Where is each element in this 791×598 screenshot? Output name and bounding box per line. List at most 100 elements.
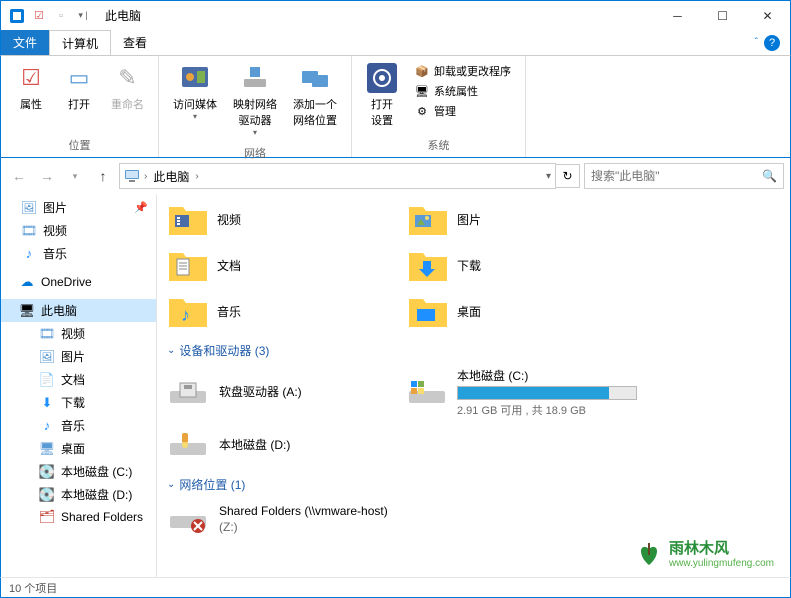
uninstall-programs-button[interactable]: 📦 卸载或更改程序	[412, 62, 513, 80]
folder-label: 图片	[457, 211, 481, 228]
folder-label: 文档	[217, 257, 241, 274]
folder-desktop[interactable]: 桌面	[401, 288, 641, 334]
properties-icon: ☑	[15, 62, 47, 94]
open-icon: ▭	[63, 62, 95, 94]
address-dropdown-icon[interactable]: ▾	[546, 171, 551, 182]
search-box[interactable]: 🔍	[584, 163, 784, 189]
drive-d[interactable]: 本地磁盘 (D:)	[161, 422, 401, 468]
rename-icon: ✎	[112, 62, 144, 94]
manage-button[interactable]: ⚙ 管理	[412, 102, 513, 120]
sysprops-label: 系统属性	[434, 83, 478, 99]
folder-downloads[interactable]: 下载	[401, 242, 641, 288]
nav-pc-diskc[interactable]: 💽本地磁盘 (C:)	[1, 460, 156, 483]
nav-back-button[interactable]: ←	[7, 164, 31, 188]
breadcrumb-thispc[interactable]: 此电脑	[151, 168, 191, 185]
quick-access-icon[interactable]	[9, 8, 25, 24]
nav-music[interactable]: ♪音乐	[1, 242, 156, 265]
nav-videos[interactable]: 🎞视频	[1, 219, 156, 242]
quick-dropdown[interactable]: ▾ |	[75, 8, 91, 24]
titlebar: ☑ ▫ ▾ | 此电脑 ─ ☐ ✕	[0, 0, 791, 30]
explorer-body: 🖼图片📌 🎞视频 ♪音乐 ☁OneDrive 🖥此电脑 🎞视频 🖼图片 📄文档 …	[0, 194, 791, 577]
tab-file[interactable]: 文件	[1, 30, 49, 55]
map-drive-label: 映射网络 驱动器	[233, 96, 277, 128]
navigation-pane[interactable]: 🖼图片📌 🎞视频 ♪音乐 ☁OneDrive 🖥此电脑 🎞视频 🖼图片 📄文档 …	[1, 194, 157, 577]
section-network[interactable]: ⌄ 网络位置 (1)	[161, 468, 790, 497]
rename-label: 重命名	[111, 96, 144, 112]
content-pane[interactable]: 视频 图片 文档 下载 ♪ 音乐 桌面	[157, 194, 790, 577]
manage-icon: ⚙	[414, 103, 430, 119]
svg-text:♪: ♪	[181, 305, 190, 325]
ribbon-group-network: 访问媒体 ▾ 映射网络 驱动器 ▾ 添加一个 网络位置 网络	[159, 56, 352, 157]
access-media-button[interactable]: 访问媒体 ▾	[167, 60, 223, 123]
folder-label: 音乐	[217, 303, 241, 320]
chevron-down-icon: ⌄	[167, 479, 175, 490]
nav-pc-pictures[interactable]: 🖼图片	[1, 345, 156, 368]
nav-forward-button[interactable]: →	[35, 164, 59, 188]
open-settings-button[interactable]: 打开 设置	[360, 60, 404, 130]
open-button[interactable]: ▭ 打开	[57, 60, 101, 114]
section-devices[interactable]: ⌄ 设备和驱动器 (3)	[161, 334, 790, 363]
folder-documents[interactable]: 文档	[161, 242, 401, 288]
nav-pc-shared[interactable]: 🗂Shared Folders	[1, 506, 156, 528]
sysprops-icon: 🖥	[414, 83, 430, 99]
close-button[interactable]: ✕	[745, 1, 790, 31]
refresh-button[interactable]: ↻	[556, 164, 580, 188]
drive-label: 本地磁盘 (D:)	[219, 436, 395, 453]
settings-icon	[366, 62, 398, 94]
system-properties-button[interactable]: 🖥 系统属性	[412, 82, 513, 100]
minimize-button[interactable]: ─	[655, 1, 700, 31]
breadcrumb-sep: ›	[195, 171, 198, 182]
nav-pc-documents[interactable]: 📄文档	[1, 368, 156, 391]
rename-button[interactable]: ✎ 重命名	[105, 60, 150, 114]
tab-view[interactable]: 查看	[111, 30, 159, 55]
add-network-location-button[interactable]: 添加一个 网络位置	[287, 60, 343, 130]
nav-pc-videos[interactable]: 🎞视频	[1, 322, 156, 345]
music-icon: ♪	[21, 246, 37, 262]
quick-doc-icon[interactable]: ▫	[53, 8, 69, 24]
nav-thispc[interactable]: 🖥此电脑	[1, 299, 156, 322]
watermark-logo-icon	[635, 539, 663, 567]
ribbon-collapse-icon[interactable]: ˆ	[755, 37, 758, 48]
media-icon	[179, 62, 211, 94]
nav-pc-desktop[interactable]: 🖥桌面	[1, 437, 156, 460]
folder-music[interactable]: ♪ 音乐	[161, 288, 401, 334]
ribbon-group-network-label: 网络	[159, 143, 351, 165]
open-label: 打开	[68, 96, 90, 112]
quick-properties-icon[interactable]: ☑	[31, 8, 47, 24]
desktop-icon: 🖥	[39, 441, 55, 457]
folder-videos[interactable]: 视频	[161, 196, 401, 242]
maximize-button[interactable]: ☐	[700, 1, 745, 31]
map-drive-button[interactable]: 映射网络 驱动器 ▾	[227, 60, 283, 139]
ribbon-group-system-label: 系统	[352, 135, 525, 157]
folder-label: 视频	[217, 211, 241, 228]
properties-button[interactable]: ☑ 属性	[9, 60, 53, 114]
folder-icon	[407, 200, 449, 238]
disk-icon: 💽	[39, 464, 55, 480]
drive-c[interactable]: 本地磁盘 (C:) 2.91 GB 可用 , 共 18.9 GB	[401, 363, 641, 422]
tab-computer[interactable]: 计算机	[49, 30, 111, 55]
nav-history-dropdown[interactable]: ▾	[63, 164, 87, 188]
pictures-icon: 🖼	[39, 349, 55, 365]
drive-floppy[interactable]: 软盘驱动器 (A:)	[161, 363, 401, 422]
nav-pc-downloads[interactable]: ⬇下载	[1, 391, 156, 414]
nav-pc-diskd[interactable]: 💽本地磁盘 (D:)	[1, 483, 156, 506]
downloads-icon: ⬇	[39, 395, 55, 411]
ribbon-group-location: ☑ 属性 ▭ 打开 ✎ 重命名 位置	[1, 56, 159, 157]
folder-pictures[interactable]: 图片	[401, 196, 641, 242]
folder-label: 下载	[457, 257, 481, 274]
disk-icon: 💽	[39, 487, 55, 503]
nav-up-button[interactable]: ↑	[91, 164, 115, 188]
uninstall-label: 卸载或更改程序	[434, 63, 511, 79]
address-field[interactable]: › 此电脑 › ▾	[119, 163, 556, 189]
network-drive-shared[interactable]: Shared Folders (\\vmware-host) (Z:)	[161, 497, 461, 543]
drive-label: 本地磁盘 (C:)	[457, 367, 637, 384]
nav-pictures[interactable]: 🖼图片📌	[1, 196, 156, 219]
network-drive-icon	[167, 501, 209, 539]
media-label: 访问媒体	[173, 96, 217, 112]
nav-pc-music[interactable]: ♪音乐	[1, 414, 156, 437]
watermark-url: www.yulingmufeng.com	[669, 558, 774, 569]
search-input[interactable]	[591, 169, 762, 183]
drive-label: Shared Folders (\\vmware-host)	[219, 504, 455, 518]
nav-onedrive[interactable]: ☁OneDrive	[1, 271, 156, 293]
help-icon[interactable]: ?	[764, 35, 780, 51]
